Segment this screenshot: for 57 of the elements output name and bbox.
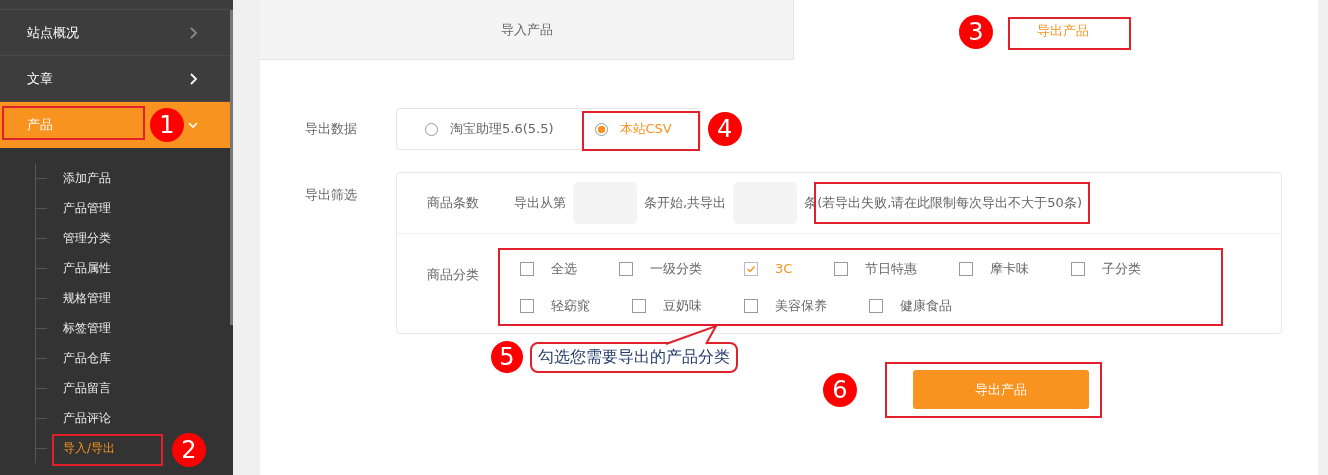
hint-text: (若导出失败,请在此限制每次导出不大于50条)	[817, 195, 1082, 210]
radio-button[interactable]	[594, 122, 608, 136]
checkbox[interactable]	[520, 298, 534, 313]
checkbox[interactable]	[619, 261, 633, 276]
submenu-item[interactable]: 产品留言	[63, 379, 111, 397]
field-label: 商品分类	[427, 266, 480, 284]
step-badge: 6	[823, 373, 857, 407]
sidebar-item[interactable]: 产品 1	[0, 102, 233, 148]
checkbox[interactable]	[744, 261, 758, 276]
sidebar-item-label: 文章	[27, 69, 53, 88]
step-badge: 4	[707, 112, 742, 146]
sidebar-item-label: 站点概况	[27, 23, 79, 42]
checkbox-label: 子分类	[1102, 259, 1142, 278]
checkbox-label: 健康食品	[900, 296, 952, 315]
submenu-item[interactable]: 标签管理	[63, 319, 111, 337]
chevron-right-icon	[187, 72, 199, 85]
checkbox-label: 摩卡味	[990, 259, 1030, 278]
tab[interactable]: 导入产品	[492, 16, 561, 43]
checkbox-label: 全选	[551, 259, 577, 278]
submenu-item[interactable]: 导入/导出	[63, 439, 116, 457]
radio-button[interactable]	[425, 122, 438, 136]
scrollbar[interactable]	[230, 10, 233, 325]
field-label: 商品条数	[427, 194, 480, 212]
radio-label: 本站CSV	[619, 120, 672, 138]
radio-label: 淘宝助理5.6(5.5)	[450, 120, 554, 138]
step-badge: 1	[150, 108, 184, 142]
submenu-item[interactable]: 规格管理	[63, 289, 111, 307]
checkbox[interactable]	[959, 261, 974, 276]
sidebar-item[interactable]: 站点概况	[0, 10, 233, 56]
checkbox[interactable]	[1071, 261, 1086, 276]
chevron-right-icon	[187, 26, 199, 39]
step-badge: 3	[959, 15, 993, 49]
checkbox-label: 豆奶味	[663, 296, 702, 315]
field-text: 导出从第	[514, 194, 566, 212]
checkbox[interactable]	[744, 298, 758, 313]
checkbox[interactable]	[869, 298, 883, 313]
field-label: 导出数据	[305, 120, 358, 138]
submenu-item[interactable]: 添加产品	[63, 169, 111, 187]
step-badge: 2	[172, 433, 206, 467]
submenu-item[interactable]: 产品仓库	[63, 349, 111, 367]
submenu-item[interactable]: 管理分类	[63, 229, 111, 247]
checkbox-label: 美容保养	[775, 296, 827, 315]
checkbox-label: 一级分类	[650, 259, 702, 278]
field-label: 导出筛选	[305, 186, 358, 204]
sidebar-item[interactable]: 文章	[0, 56, 233, 102]
checkbox-label: 3C	[775, 261, 793, 276]
step-badge: 5	[491, 341, 523, 373]
checkbox-label: 轻窈窕	[551, 296, 590, 315]
checkbox[interactable]	[834, 261, 849, 276]
field-text: 条开始,共导出	[644, 194, 727, 212]
checkbox[interactable]	[520, 261, 534, 276]
submenu-item[interactable]: 产品属性	[63, 259, 111, 277]
checkbox[interactable]	[632, 298, 646, 313]
checkbox-label: 节日特惠	[865, 259, 918, 278]
sidebar-item-label: 产品	[27, 115, 53, 134]
submenu-item[interactable]: 产品评论	[63, 409, 111, 427]
submenu-item[interactable]: 产品管理	[63, 199, 111, 217]
